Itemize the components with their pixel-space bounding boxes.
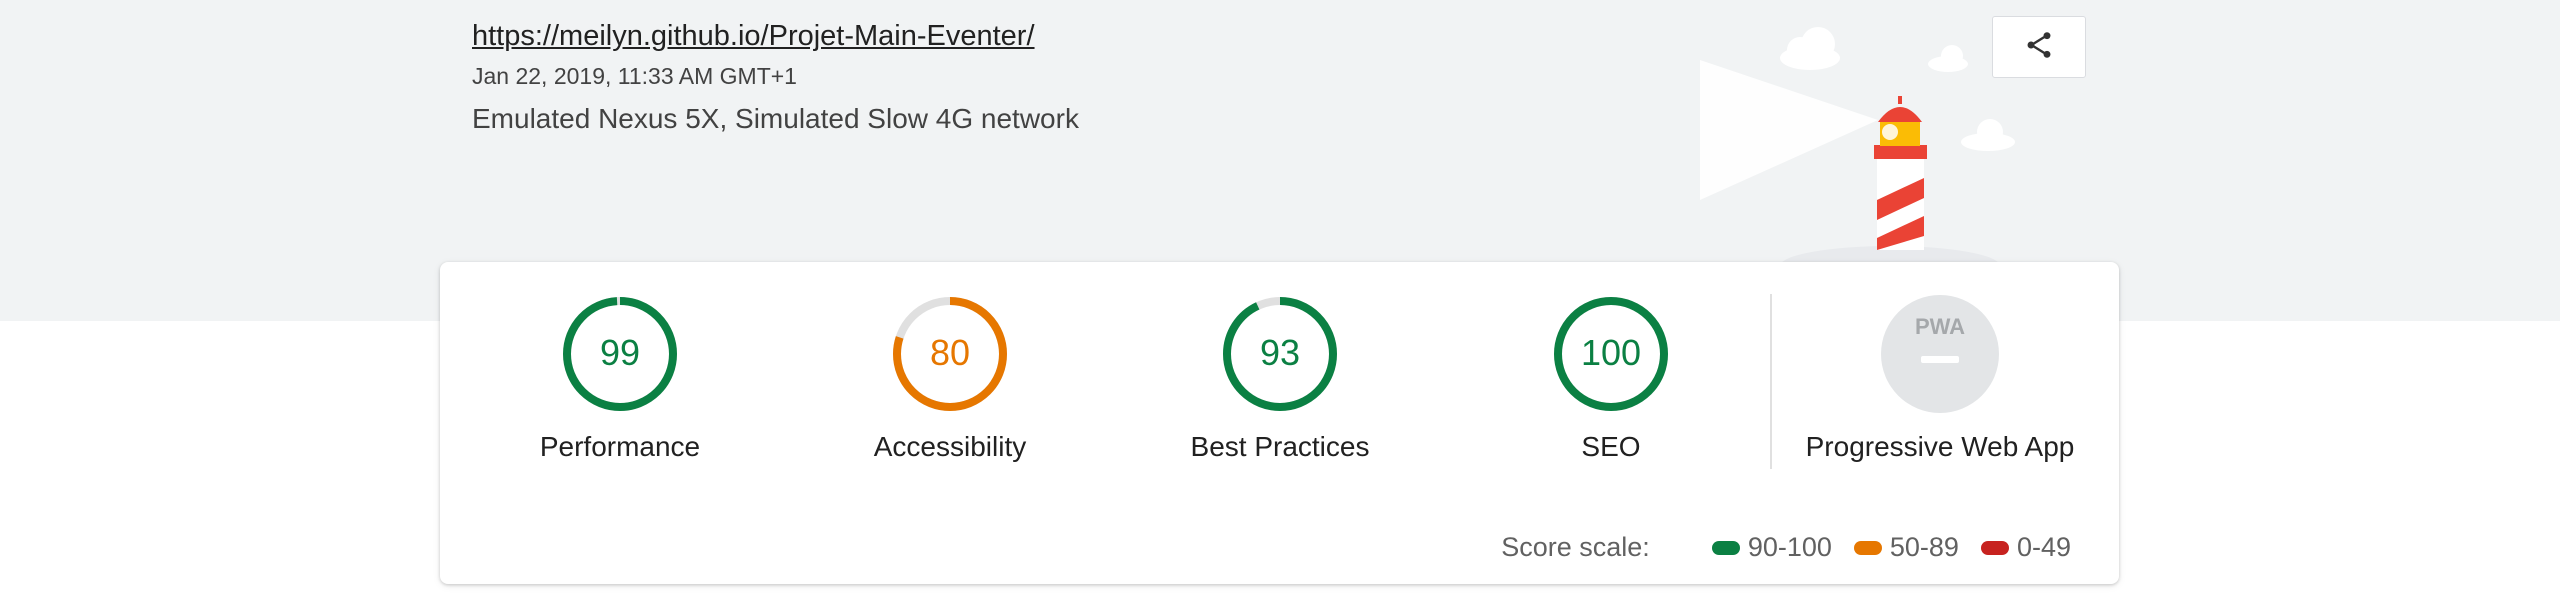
report-meta: https://meilyn.github.io/Projet-Main-Eve… <box>472 18 1079 136</box>
score-value: 100 <box>1581 332 1641 373</box>
scale-dot-icon <box>1980 540 2009 555</box>
score-value: 80 <box>930 332 970 373</box>
score-scale-title: Score scale: <box>1501 532 1650 562</box>
gauge-best-practices[interactable]: 93 Best Practices <box>1130 294 1430 494</box>
category-label: Accessibility <box>873 431 1027 462</box>
gauge-accessibility[interactable]: 80 Accessibility <box>800 294 1100 494</box>
category-scores-card: 99 Performance 80 Accessibility 93 Best … <box>440 262 2119 584</box>
scale-range: 0-49 <box>2016 532 2071 562</box>
environment-info: Emulated Nexus 5X, Simulated Slow 4G net… <box>472 103 1079 134</box>
gauge-seo[interactable]: 100 SEO <box>1461 294 1761 494</box>
gauge-ring: 100 <box>1554 297 1668 411</box>
scale-range: 90-100 <box>1747 532 1832 562</box>
pwa-badge-icon: PWA <box>1881 295 1999 413</box>
score-scale-legend: Score scale: 90-100 50-89 0-49 <box>1501 532 2071 563</box>
fetch-time: Jan 22, 2019, 11:33 AM GMT+1 <box>472 63 797 89</box>
scale-item-pass: 90-100 <box>1711 532 1832 563</box>
pwa-badge-text: PWA <box>1915 314 1965 339</box>
tested-url-link[interactable]: https://meilyn.github.io/Projet-Main-Eve… <box>472 18 1079 54</box>
category-label: Performance <box>539 431 701 462</box>
gauge-ring: 99 <box>563 297 677 411</box>
gauge-performance[interactable]: 99 Performance <box>470 294 770 494</box>
scale-item-fail: 0-49 <box>1980 532 2071 563</box>
category-label: Progressive Web App <box>1805 431 2075 462</box>
score-value: 99 <box>600 332 640 373</box>
scale-item-average: 50-89 <box>1853 532 1959 563</box>
share-icon <box>2023 29 2055 66</box>
scale-dot-icon <box>1853 540 1882 555</box>
gauge-ring: 93 <box>1223 297 1337 411</box>
scale-dot-icon <box>1711 540 1740 555</box>
category-label: Best Practices <box>1190 431 1370 462</box>
gauge-pwa[interactable]: PWA Progressive Web App <box>1790 294 2090 494</box>
share-button[interactable] <box>1992 16 2086 78</box>
gauge-ring: 80 <box>893 297 1007 411</box>
scale-range: 50-89 <box>1889 532 1959 562</box>
gauge-divider <box>1770 294 1772 469</box>
category-label: SEO <box>1581 431 1641 462</box>
score-value: 93 <box>1260 332 1300 373</box>
